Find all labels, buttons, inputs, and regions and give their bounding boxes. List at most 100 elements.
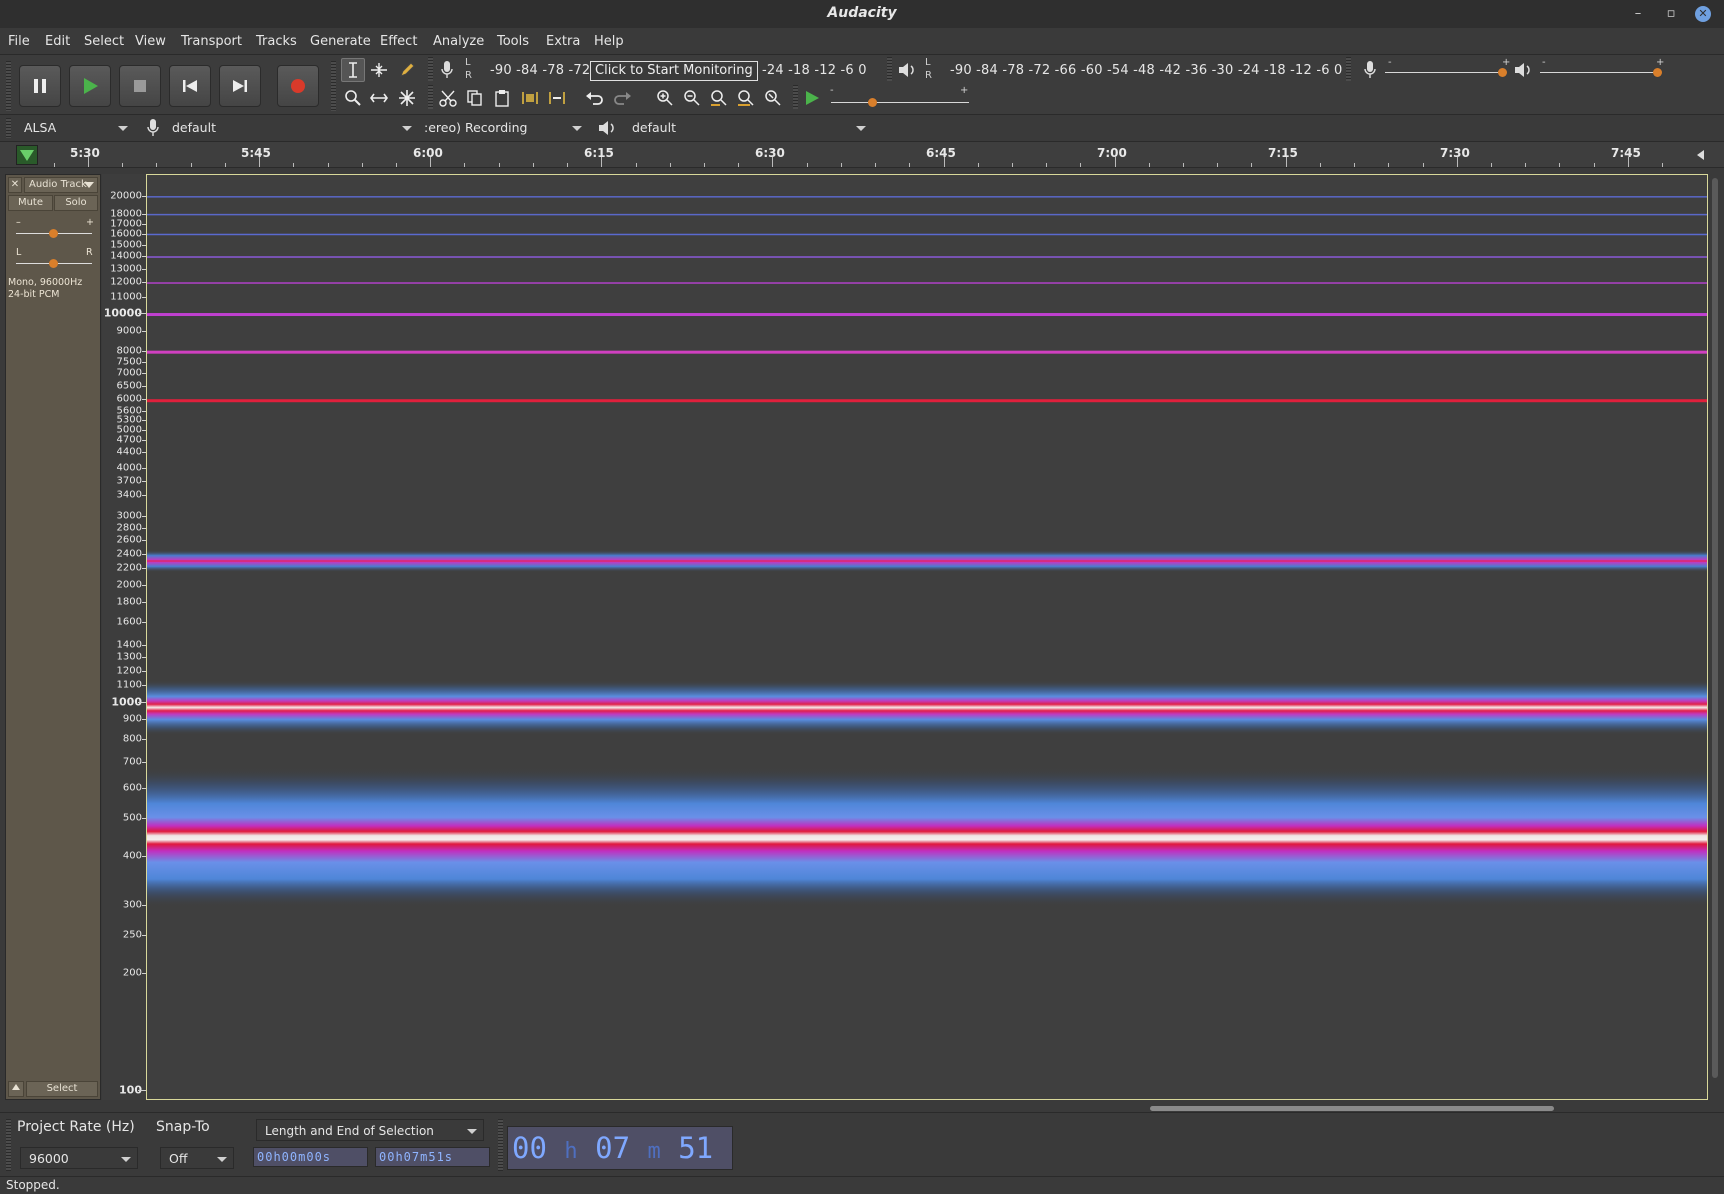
menu-tools[interactable]: Tools <box>497 34 529 49</box>
pause-button[interactable] <box>19 65 61 107</box>
pan-knob[interactable] <box>49 259 58 268</box>
toolbar-grip[interactable] <box>6 1119 11 1171</box>
zoom-in-button[interactable] <box>653 86 677 110</box>
playback-meter-button[interactable] <box>895 58 919 82</box>
menu-file[interactable]: File <box>8 34 30 49</box>
recording-volume-slider[interactable] <box>1385 67 1508 79</box>
menu-view[interactable]: View <box>135 34 166 49</box>
silence-button[interactable] <box>545 86 569 110</box>
undo-button[interactable] <box>583 86 607 110</box>
collapse-track-button[interactable] <box>8 1081 24 1097</box>
menu-help[interactable]: Help <box>594 34 624 49</box>
toolbar-grip[interactable] <box>498 1119 503 1171</box>
mute-button[interactable]: Mute <box>8 195 53 211</box>
vertical-scrollbar[interactable] <box>1712 174 1718 1100</box>
envelope-tool-button[interactable] <box>367 58 391 82</box>
paste-button[interactable] <box>490 86 514 110</box>
playback-meter-scale[interactable]: -90 -84 -78 -72 -66 -60 -54 -48 -42 -36 … <box>950 63 1342 78</box>
playback-volume-slider[interactable] <box>1540 67 1663 79</box>
selection-end-time[interactable]: 00h07m51s <box>375 1147 490 1167</box>
copy-icon <box>467 90 482 106</box>
track-control-panel[interactable]: ✕ Audio Track Mute Solo – + L R Mono, 96… <box>5 174 101 1100</box>
menu-generate[interactable]: Generate <box>310 34 371 49</box>
toolbar-grip[interactable] <box>793 85 798 109</box>
timeline-tick <box>1662 163 1664 167</box>
timeline-tick <box>1525 163 1527 167</box>
toolbar-grip[interactable] <box>6 118 11 138</box>
record-meter-scale-end[interactable]: -24 -18 -12 -6 0 <box>762 63 867 78</box>
zoom-toggle-button[interactable] <box>761 86 785 110</box>
timeline-label: 7:30 <box>1440 146 1470 160</box>
zoom-tool-button[interactable] <box>341 86 365 110</box>
frequency-ruler[interactable]: 20000 18000 17000 16000 15000 14000 13000 12000… <box>102 174 146 1100</box>
timeline-tick <box>601 157 603 167</box>
play-head-button[interactable] <box>16 145 38 165</box>
menu-select[interactable]: Select <box>84 34 124 49</box>
toolbar-grip[interactable] <box>887 57 892 81</box>
timeline-tick <box>293 163 295 167</box>
track-menu-button[interactable]: Audio Track <box>24 177 98 193</box>
timeline-tick <box>1491 163 1493 167</box>
copy-button[interactable] <box>463 86 487 110</box>
project-rate-select[interactable]: 96000 <box>20 1147 138 1169</box>
spectral-band-1000hz <box>147 767 1707 907</box>
selection-start-time[interactable]: 00h00m00s <box>253 1147 368 1167</box>
snap-to-select[interactable]: Off <box>160 1147 234 1169</box>
cut-button[interactable] <box>436 86 460 110</box>
menu-extra[interactable]: Extra <box>546 34 580 49</box>
toolbar-grip[interactable] <box>428 57 433 81</box>
spectrogram-view[interactable] <box>146 174 1708 1100</box>
play-speed-slider[interactable] <box>831 97 969 109</box>
selection-mode-select[interactable]: Length and End of Selection <box>256 1119 484 1141</box>
minimize-icon[interactable]: – <box>1628 4 1648 24</box>
toolbar-grip[interactable] <box>1346 57 1351 81</box>
slider-knob[interactable] <box>1653 68 1663 77</box>
horizontal-scroll-thumb[interactable] <box>1150 1106 1554 1111</box>
timeline-ruler[interactable]: 5:30 5:45 6:00 6:15 6:30 6:45 7:00 7:15 … <box>0 141 1724 168</box>
toolbar-grip[interactable] <box>6 61 11 111</box>
toolbar-grip[interactable] <box>331 61 336 111</box>
play-icon <box>806 91 819 105</box>
playback-device-select[interactable]: default <box>624 117 872 139</box>
audio-host-select[interactable]: ALSA <box>16 117 134 139</box>
menu-transport[interactable]: Transport <box>181 34 242 49</box>
recording-channels-select[interactable]: :ereo) Recording Channels <box>418 117 588 157</box>
record-button[interactable] <box>277 65 319 107</box>
multi-tool-button[interactable] <box>395 86 419 110</box>
selection-tool-button[interactable] <box>341 58 365 82</box>
menu-tracks[interactable]: Tracks <box>256 34 297 49</box>
fit-project-button[interactable] <box>734 86 758 110</box>
speaker-icon <box>1515 63 1530 77</box>
skip-to-start-button[interactable] <box>169 65 211 107</box>
menu-analyze[interactable]: Analyze <box>433 34 484 49</box>
track-select-button[interactable]: Select <box>26 1081 98 1097</box>
fit-selection-button[interactable] <box>707 86 731 110</box>
audio-position-display[interactable]: 00 h 07 m 51 s <box>507 1126 733 1194</box>
draw-tool-button[interactable] <box>395 58 419 82</box>
redo-button[interactable] <box>610 86 634 110</box>
toolbar-grip[interactable] <box>428 85 433 109</box>
stop-button[interactable] <box>119 65 161 107</box>
menu-effect[interactable]: Effect <box>380 34 417 49</box>
record-meter-scale[interactable]: -90 -84 -78 -72 <box>490 63 590 78</box>
recording-device-select[interactable]: default <box>164 117 418 139</box>
slider-knob[interactable] <box>1498 68 1508 77</box>
play-button[interactable] <box>69 65 111 107</box>
vertical-scroll-thumb[interactable] <box>1712 178 1718 1078</box>
timeline-tick <box>53 163 55 167</box>
menu-edit[interactable]: Edit <box>45 34 70 49</box>
track-close-button[interactable]: ✕ <box>8 177 22 193</box>
microphone-icon <box>441 61 453 78</box>
skip-to-end-button[interactable] <box>219 65 261 107</box>
timeline-tick <box>567 163 569 167</box>
timeshift-tool-button[interactable] <box>367 86 391 110</box>
trim-button[interactable] <box>518 86 542 110</box>
play-at-speed-button[interactable] <box>800 86 824 110</box>
slider-knob[interactable] <box>867 98 877 107</box>
zoom-out-button[interactable] <box>680 86 704 110</box>
close-icon[interactable]: ✕ <box>1695 6 1711 22</box>
gain-knob[interactable] <box>49 229 58 238</box>
restore-icon[interactable]: ▫ <box>1661 4 1681 24</box>
record-meter-button[interactable] <box>435 58 459 82</box>
solo-button[interactable]: Solo <box>54 195 98 211</box>
